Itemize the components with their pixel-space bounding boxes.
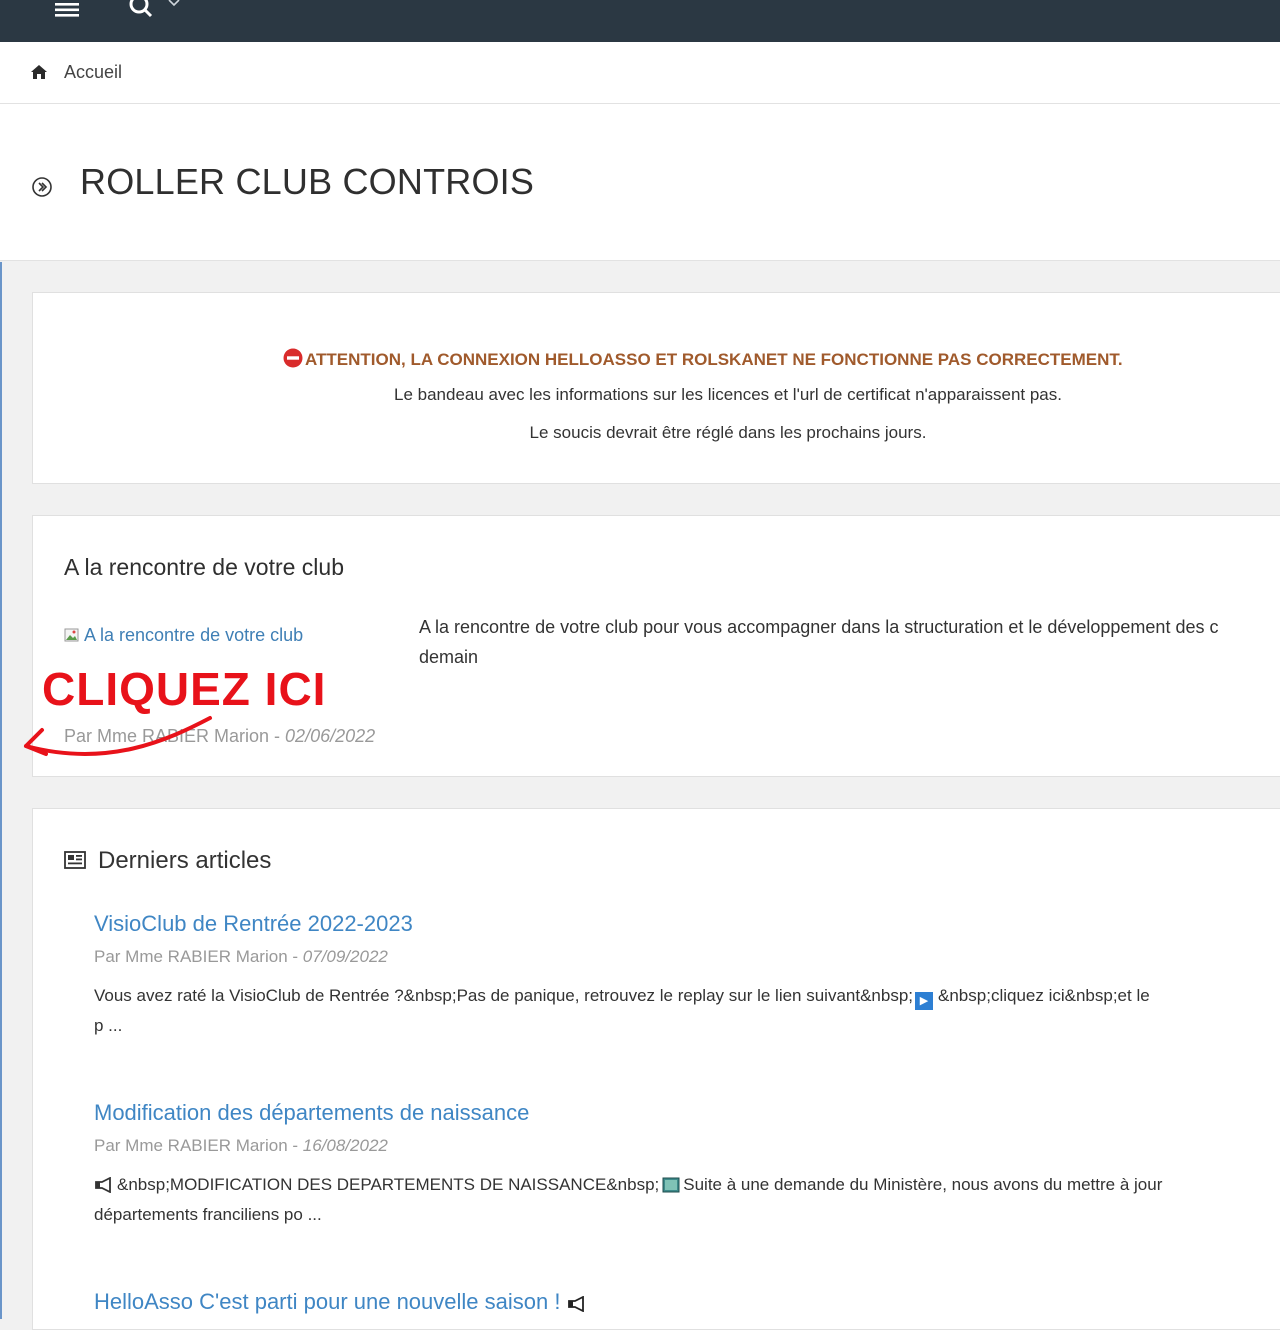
club-heading: A la rencontre de votre club	[64, 554, 344, 580]
club-description-line-2: demain	[419, 647, 479, 667]
article-excerpt: Vous avez raté la VisioClub de Rentrée ?…	[94, 981, 1280, 1041]
search-icon[interactable]	[128, 0, 154, 18]
article-excerpt-line-2: p ...	[94, 1016, 123, 1035]
home-icon	[31, 65, 47, 79]
red-arrow-annotation	[24, 716, 212, 756]
articles-panel: Derniers articles VisioClub de Rentrée 2…	[32, 808, 1280, 1330]
alert-panel: ATTENTION, LA CONNEXION HELLOASSO ET ROL…	[32, 292, 1280, 484]
club-panel: A la rencontre de votre club A la rencon…	[32, 515, 1280, 777]
no-entry-icon	[283, 348, 303, 368]
article-date: 16/08/2022	[302, 1136, 388, 1155]
articles-heading-text: Derniers articles	[98, 847, 272, 874]
breadcrumb: Accueil	[0, 42, 1280, 104]
alert-line-1: Le bandeau avec les informations sur les…	[394, 385, 1062, 404]
article-meta: Par Mme RABIER Marion - 16/08/2022	[94, 1136, 1280, 1156]
newspaper-icon	[64, 851, 86, 869]
page-title: ROLLER CLUB CONTROIS	[80, 161, 535, 202]
sidebar-edge	[0, 262, 2, 1319]
article-title-link[interactable]: Modification des départements de naissan…	[94, 1100, 1280, 1126]
club-image-link[interactable]: A la rencontre de votre club	[64, 625, 303, 646]
article-title-link[interactable]: VisioClub de Rentrée 2022-2023	[94, 911, 1280, 937]
alert-line-2: Le soucis devrait être réglé dans les pr…	[529, 423, 927, 442]
chevron-down-icon[interactable]	[168, 0, 180, 7]
article-item: VisioClub de Rentrée 2022-2023 Par Mme R…	[94, 911, 1280, 1041]
articles-heading: Derniers articles	[64, 847, 271, 875]
map-book-icon	[662, 1177, 680, 1193]
article-excerpt: &nbsp;MODIFICATION DES DEPARTEMENTS DE N…	[94, 1170, 1280, 1230]
play-button-icon: ▶	[915, 992, 934, 1010]
article-meta: Par Mme RABIER Marion - 07/09/2022	[94, 947, 1280, 967]
club-description: A la rencontre de votre club pour vous a…	[419, 612, 1280, 672]
club-description-line-1: A la rencontre de votre club pour vous a…	[419, 617, 1219, 637]
article-item: Modification des départements de naissan…	[94, 1100, 1280, 1230]
cliquez-ici-annotation: CLIQUEZ ICI	[42, 663, 327, 715]
alert-title-text: ATTENTION, LA CONNEXION HELLOASSO ET ROL…	[305, 350, 1123, 369]
broken-image-icon	[64, 628, 79, 642]
circle-chevron-right-icon	[32, 177, 52, 197]
article-excerpt-part-b: Suite à une demande du Ministère, nous a…	[683, 1175, 1163, 1194]
article-excerpt-line-1: Vous avez raté la VisioClub de Rentrée ?…	[94, 981, 1280, 1011]
hamburger-menu-icon[interactable]	[55, 3, 79, 17]
club-date: 02/06/2022	[285, 726, 376, 746]
top-navbar	[0, 0, 1280, 42]
article-title-line: HelloAsso C'est parti pour une nouvelle …	[94, 1289, 1280, 1315]
megaphone-icon	[95, 1177, 111, 1193]
breadcrumb-home-link[interactable]: Accueil	[64, 62, 122, 83]
article-date: 07/09/2022	[302, 947, 388, 966]
article-excerpt-line-1: &nbsp;MODIFICATION DES DEPARTEMENTS DE N…	[94, 1170, 1280, 1200]
article-author: Par Mme RABIER Marion -	[94, 947, 303, 966]
club-image-alt: A la rencontre de votre club	[84, 625, 304, 645]
article-excerpt-line-2: départements franciliens po ...	[94, 1205, 322, 1224]
article-title-link[interactable]: HelloAsso C'est parti pour une nouvelle …	[94, 1289, 560, 1314]
page-header: ROLLER CLUB CONTROIS	[0, 104, 1280, 261]
article-excerpt-part-a: &nbsp;MODIFICATION DES DEPARTEMENTS DE N…	[117, 1175, 660, 1194]
alert-title: ATTENTION, LA CONNEXION HELLOASSO ET ROL…	[283, 348, 1123, 370]
megaphone-icon	[567, 1296, 584, 1312]
article-excerpt-part-a: Vous avez raté la VisioClub de Rentrée ?…	[94, 986, 914, 1005]
article-excerpt-part-b: &nbsp;cliquez ici&nbsp;et le	[938, 986, 1150, 1005]
article-item: HelloAsso C'est parti pour une nouvelle …	[94, 1289, 1280, 1315]
article-author: Par Mme RABIER Marion -	[94, 1136, 303, 1155]
